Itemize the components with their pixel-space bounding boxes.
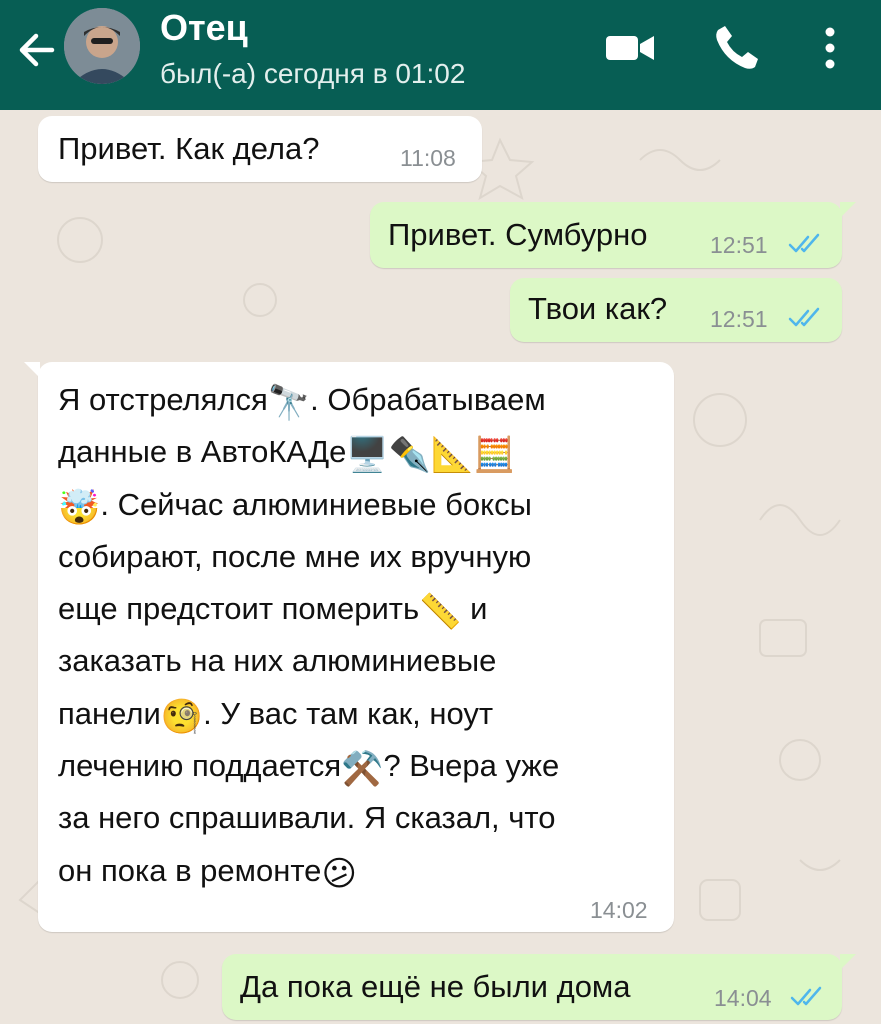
more-vert-icon[interactable] — [818, 24, 842, 72]
back-arrow-icon[interactable] — [14, 28, 58, 72]
message-text: Привет. Сумбурно — [388, 217, 648, 252]
message-text: Да пока ещё не были дома — [240, 969, 631, 1004]
bubble-tail — [24, 362, 40, 378]
message-bubble-outgoing[interactable]: Твои как? 12:51 — [510, 278, 842, 342]
avatar-photo — [64, 8, 140, 84]
message-time: 11:08 — [400, 145, 456, 171]
message-line: еще предстоит померить📏 и — [58, 591, 488, 632]
message-line: за него спрашивали. Я сказал, что — [58, 800, 556, 836]
read-receipt-icon — [788, 307, 820, 327]
chat-screen: Отец был(-а) сегодня в 01:02 Привет. Как… — [0, 0, 881, 1024]
message-line: Я отстрелялся🔭. Обрабатываем — [58, 382, 546, 422]
message-bubble-incoming[interactable]: Привет. Как дела? 11:08 — [38, 116, 482, 182]
message-line: собирают, после мне их вручную — [58, 538, 532, 574]
bubble-tail — [840, 202, 856, 218]
message-line: 🤯. Сейчас алюминиевые боксы — [58, 486, 532, 527]
exploding-head-emoji: 🤯 — [58, 488, 101, 527]
read-receipt-icon — [788, 233, 820, 253]
avatar[interactable] — [64, 8, 140, 84]
bubble-tail — [840, 954, 856, 970]
message-line: он пока в ремонте😕 — [58, 852, 357, 893]
message-text: Я отстрелялся🔭. Обрабатываем данные в Ав… — [58, 374, 668, 897]
message-bubble-incoming[interactable]: Я отстрелялся🔭. Обрабатываем данные в Ав… — [24, 362, 674, 932]
message-line: панели🧐. У вас там как, ноут — [58, 695, 494, 736]
message-line: заказать на них алюминиевые — [58, 643, 497, 679]
message-text: Твои как? — [528, 291, 668, 326]
hammer-pick-emoji: ⚒️ — [341, 750, 384, 789]
message-time: 12:51 — [710, 306, 768, 332]
message-time: 14:02 — [590, 897, 648, 923]
message-text: Привет. Как дела? — [58, 131, 320, 166]
monocle-face-emoji: 🧐 — [160, 697, 204, 736]
message-line: лечению поддается⚒️? Вчера уже — [58, 748, 560, 789]
message-bubble-outgoing[interactable]: Да пока ещё не были дома 14:04 — [222, 954, 856, 1020]
phone-icon[interactable] — [712, 22, 760, 70]
ruler-emoji: 📏 — [419, 593, 462, 632]
message-time: 14:04 — [714, 985, 772, 1011]
confused-face-emoji: 😕 — [321, 854, 357, 893]
telescope-emoji: 🔭 — [267, 384, 311, 422]
contact-last-seen[interactable]: был(-а) сегодня в 01:02 — [160, 56, 465, 92]
video-call-icon[interactable] — [604, 26, 656, 70]
message-bubble-outgoing[interactable]: Привет. Сумбурно 12:51 — [370, 202, 856, 268]
chat-header: Отец был(-а) сегодня в 01:02 — [0, 0, 881, 110]
computer-pen-ruler-abacus-emoji: 🖥️✒️📐🧮 — [346, 436, 516, 475]
message-line: данные в АвтоКАДе🖥️✒️📐🧮 — [58, 434, 516, 475]
contact-name[interactable]: Отец — [160, 6, 248, 50]
message-time: 12:51 — [710, 232, 768, 258]
read-receipt-icon — [790, 986, 822, 1006]
